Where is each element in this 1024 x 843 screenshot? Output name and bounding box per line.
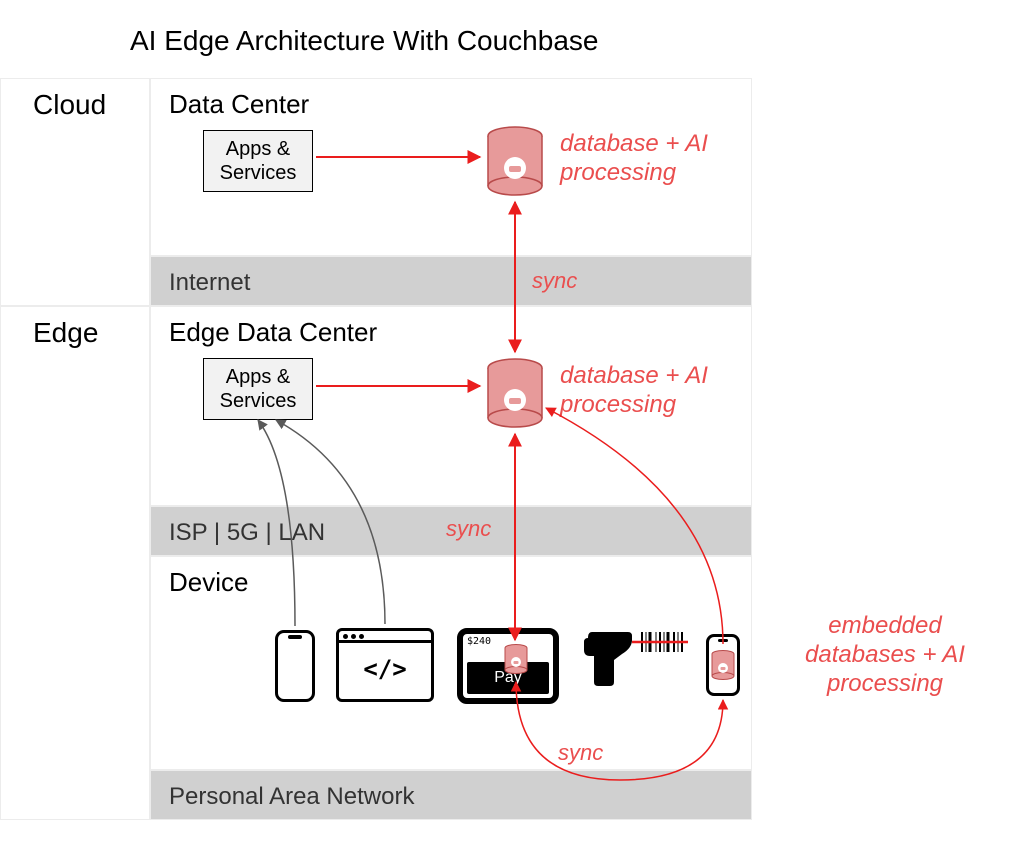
band-internet: Internet bbox=[150, 256, 752, 306]
device-phone-icon bbox=[275, 630, 315, 702]
database-icon-embedded-tablet bbox=[504, 644, 528, 676]
label-db-ai-cloud: database + AI processing bbox=[560, 130, 708, 188]
browser-code-label: </> bbox=[339, 643, 431, 683]
database-icon-cloud bbox=[486, 126, 544, 198]
architecture-diagram: AI Edge Architecture With Couchbase Clou… bbox=[0, 0, 1024, 843]
section-title-device: Device bbox=[169, 567, 248, 597]
section-title-data-center: Data Center bbox=[169, 89, 309, 119]
apps-services-box-cloud: Apps & Services bbox=[203, 130, 313, 192]
apps-services-box-edge: Apps & Services bbox=[203, 358, 313, 420]
database-icon-edge bbox=[486, 358, 544, 430]
label-embedded: embedded databases + AI processing bbox=[800, 612, 970, 698]
label-db-ai-edge: database + AI processing bbox=[560, 362, 708, 420]
section-title-edge-data-center: Edge Data Center bbox=[169, 317, 377, 347]
diagram-title: AI Edge Architecture With Couchbase bbox=[130, 25, 598, 57]
band-pan: Personal Area Network bbox=[150, 770, 752, 820]
device-scanner-icon bbox=[580, 628, 690, 694]
tablet-price-label: $240 bbox=[467, 636, 491, 647]
label-sync-1: sync bbox=[532, 268, 577, 294]
label-sync-3: sync bbox=[558, 740, 603, 766]
tier-label-edge: Edge bbox=[0, 306, 150, 820]
device-browser-icon: </> bbox=[336, 628, 434, 702]
label-sync-2: sync bbox=[446, 516, 491, 542]
database-icon-embedded-phone bbox=[711, 650, 735, 682]
tier-label-cloud: Cloud bbox=[0, 78, 150, 306]
